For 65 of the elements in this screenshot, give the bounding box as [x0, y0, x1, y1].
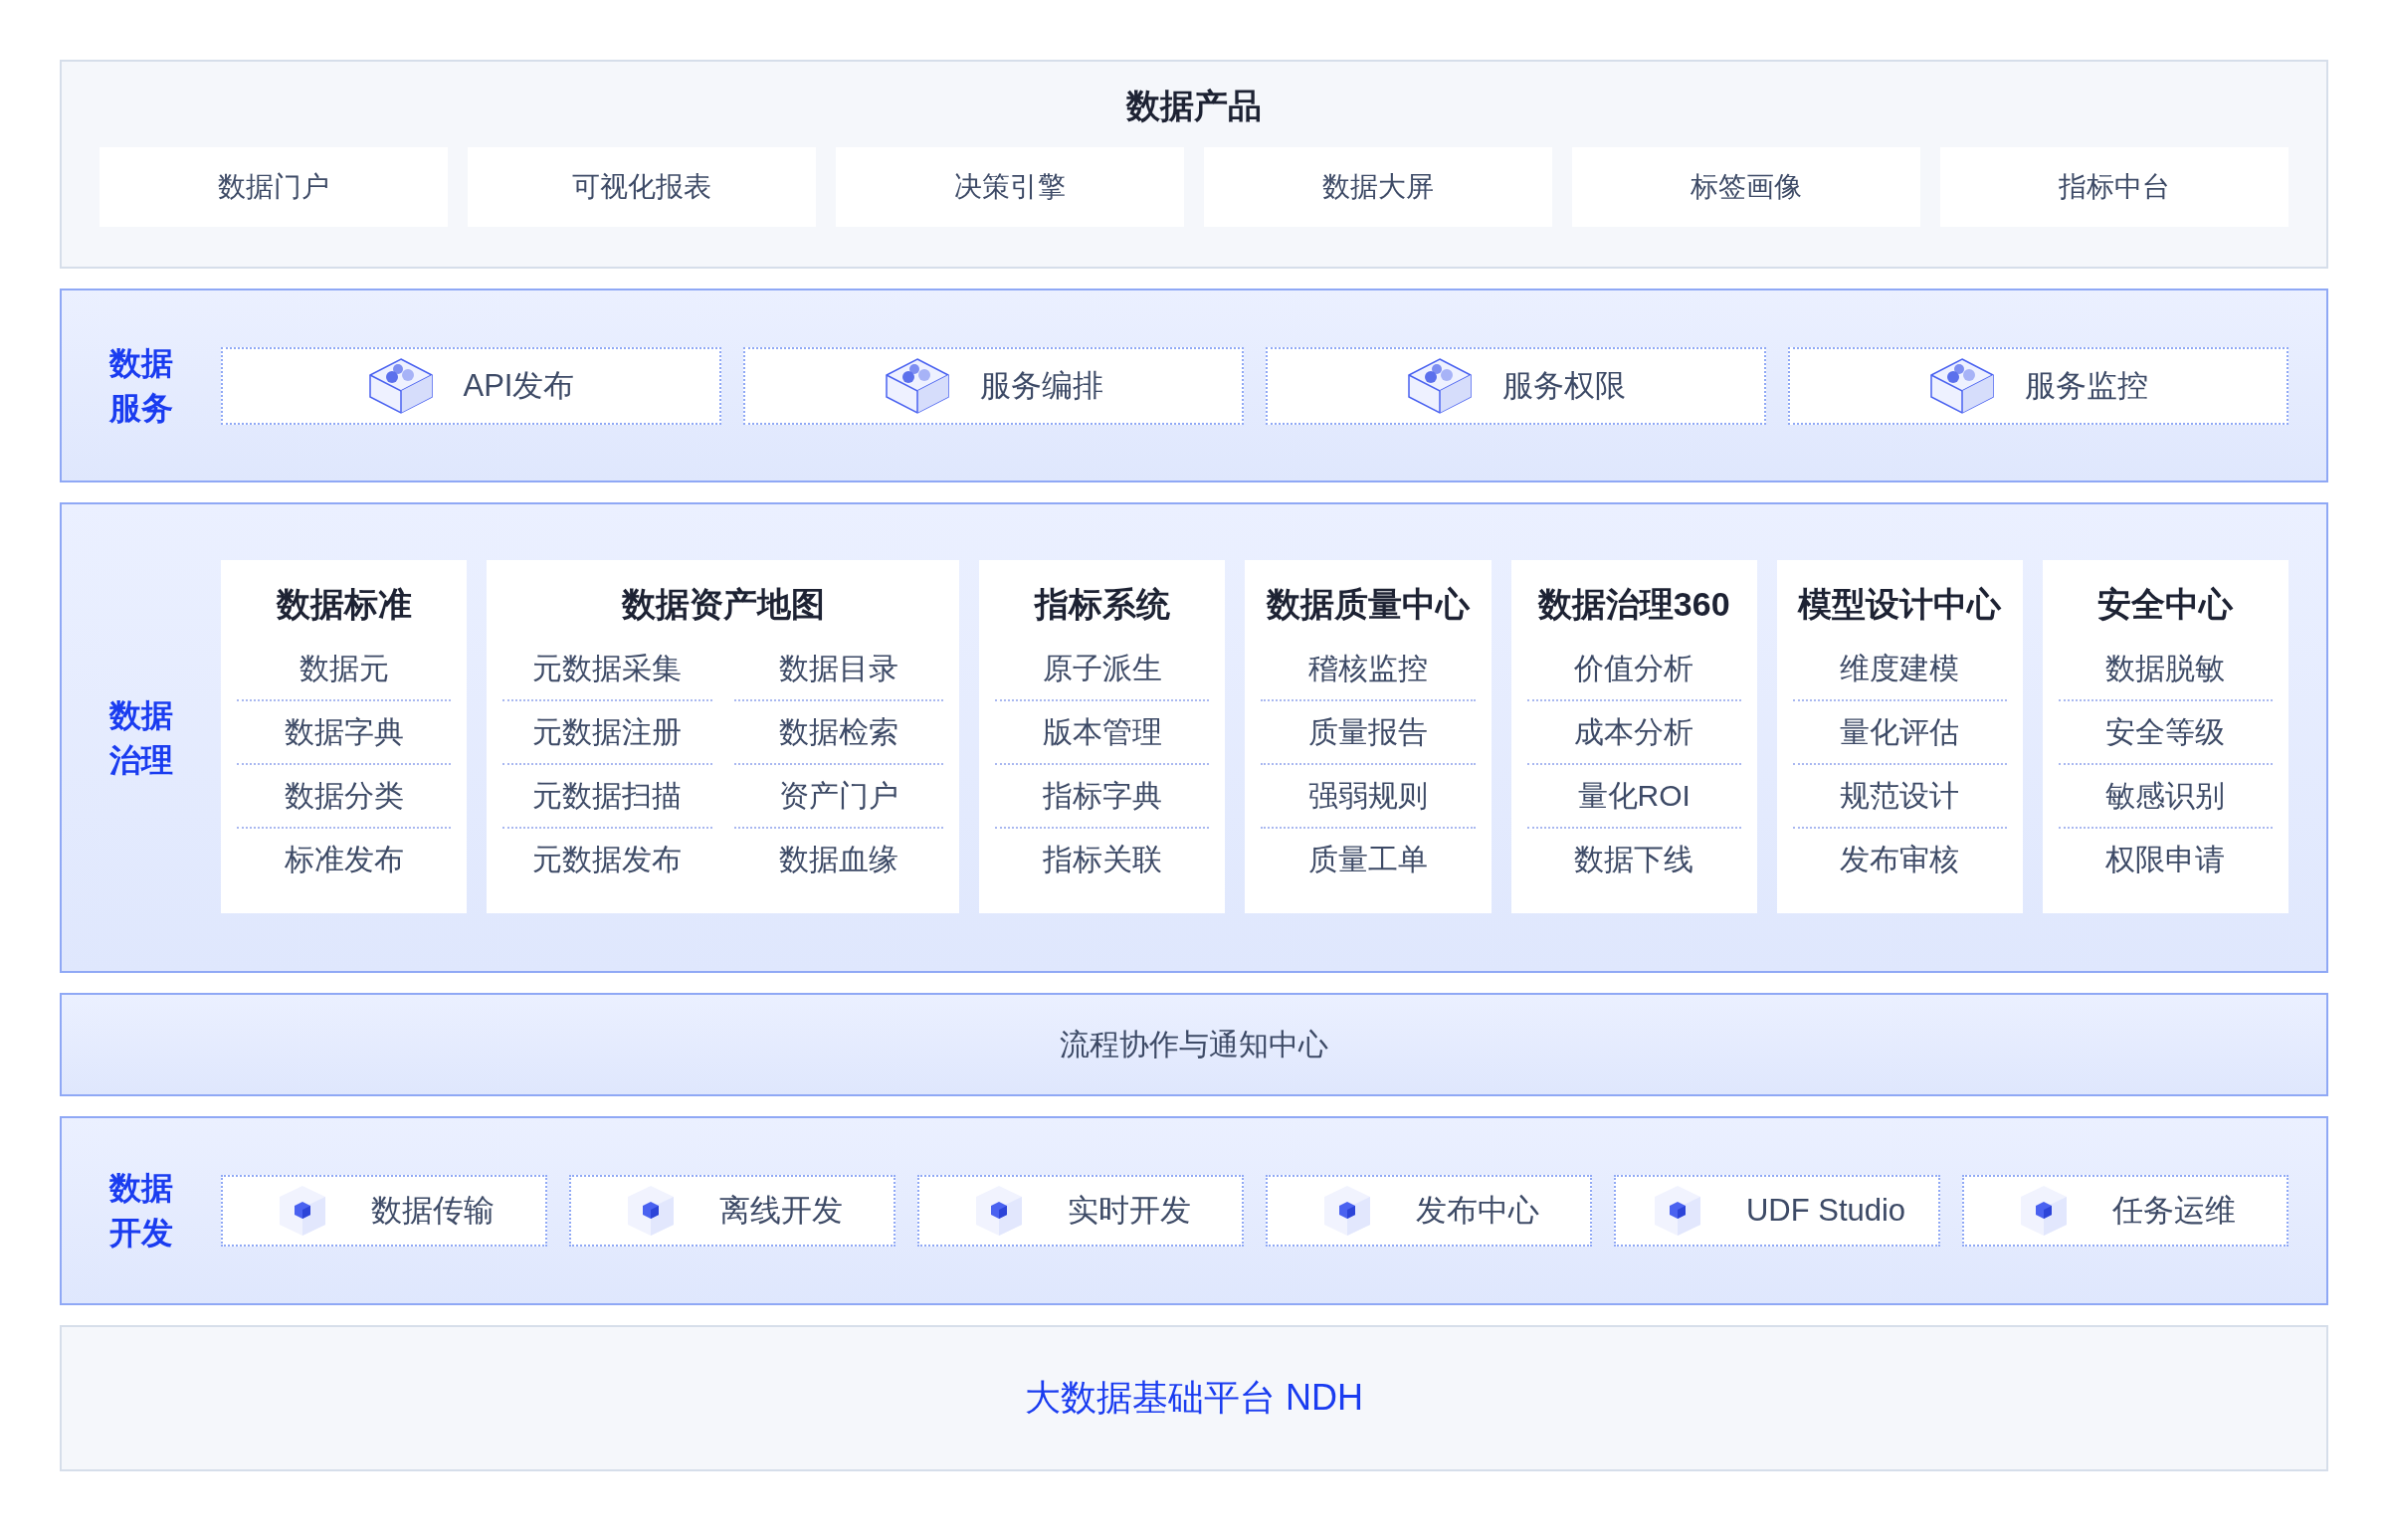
module-item: 原子派生	[995, 638, 1210, 701]
layer-label: 数据开发	[109, 1169, 173, 1252]
module-item: 元数据注册	[502, 701, 712, 765]
module-item: 数据分类	[237, 765, 452, 829]
module-item: 价值分析	[1526, 638, 1741, 701]
module-item: 资产门户	[733, 765, 944, 829]
module-title: 数据质量中心	[1267, 584, 1471, 625]
product-tile: 数据门户	[100, 147, 448, 227]
module-item: 质量工单	[1307, 841, 1430, 877]
module-item: 安全等级	[2058, 701, 2274, 765]
product-tile: 指标中台	[1940, 147, 2288, 227]
module-title: 数据资产地图	[621, 584, 825, 625]
module-item: 指标关联	[1041, 841, 1163, 877]
tile-label: 实时开发	[1068, 1192, 1191, 1230]
product-tile: 标签画像	[1572, 147, 1920, 227]
isometric-box-icon	[367, 356, 434, 415]
isometric-box-icon	[1928, 356, 1995, 415]
tile-label: 服务监控	[2024, 366, 2148, 405]
product-tile: 决策引擎	[836, 147, 1184, 227]
module-item: 数据元	[237, 638, 452, 701]
module-title: 安全中心	[2097, 584, 2234, 625]
tile-label: 任务运维	[2112, 1192, 2236, 1230]
module-item: 元数据扫描	[502, 765, 712, 829]
module-item: 数据目录	[733, 638, 944, 701]
module-title: 模型设计中心	[1798, 584, 2002, 625]
module-title: 数据治理360	[1537, 584, 1730, 625]
module-item: 权限申请	[2104, 841, 2227, 877]
tile-label: UDF Studio	[1745, 1193, 1906, 1229]
module-item: 版本管理	[995, 701, 1210, 765]
tile-label: API发布	[463, 366, 575, 405]
isometric-box-icon	[884, 356, 950, 415]
platform-title: 大数据基础平台 NDH	[1025, 1376, 1363, 1420]
layer-label: 数据治理	[109, 695, 173, 780]
module-item: 数据下线	[1573, 841, 1695, 877]
module-item: 数据血缘	[778, 841, 900, 877]
module-title: 数据标准	[276, 584, 412, 625]
tile-label: 数据传输	[371, 1192, 495, 1230]
module-item: 数据字典	[237, 701, 452, 765]
tile-label: 服务权限	[1501, 366, 1626, 405]
module-item: 敏感识别	[2058, 765, 2274, 829]
module-item: 量化ROI	[1526, 765, 1741, 829]
module-item: 强弱规则	[1261, 765, 1476, 829]
module-item: 数据检索	[733, 701, 944, 765]
panel-title: 数据产品	[1126, 86, 1262, 126]
isometric-box-icon	[1406, 356, 1473, 415]
layer-label: 数据服务	[109, 343, 173, 428]
tile-label: 发布中心	[1416, 1192, 1539, 1230]
module-item: 指标字典	[995, 765, 1210, 829]
workflow-title: 流程协作与通知中心	[1060, 1026, 1328, 1062]
module-item: 元数据发布	[531, 841, 684, 877]
module-item: 元数据采集	[502, 638, 712, 701]
module-title: 指标系统	[1034, 584, 1170, 625]
module-item: 稽核监控	[1261, 638, 1476, 701]
module-item: 发布审核	[1839, 841, 1961, 877]
module-item: 规范设计	[1792, 765, 2007, 829]
module-item: 数据脱敏	[2058, 638, 2274, 701]
product-tile: 可视化报表	[468, 147, 816, 227]
module-item: 量化评估	[1792, 701, 2007, 765]
module-item: 成本分析	[1526, 701, 1741, 765]
tile-label: 离线开发	[719, 1192, 843, 1230]
product-tile: 数据大屏	[1204, 147, 1552, 227]
module-item: 标准发布	[283, 841, 405, 877]
module-item: 质量报告	[1261, 701, 1476, 765]
module-item: 维度建模	[1792, 638, 2007, 701]
tile-label: 服务编排	[979, 366, 1103, 405]
